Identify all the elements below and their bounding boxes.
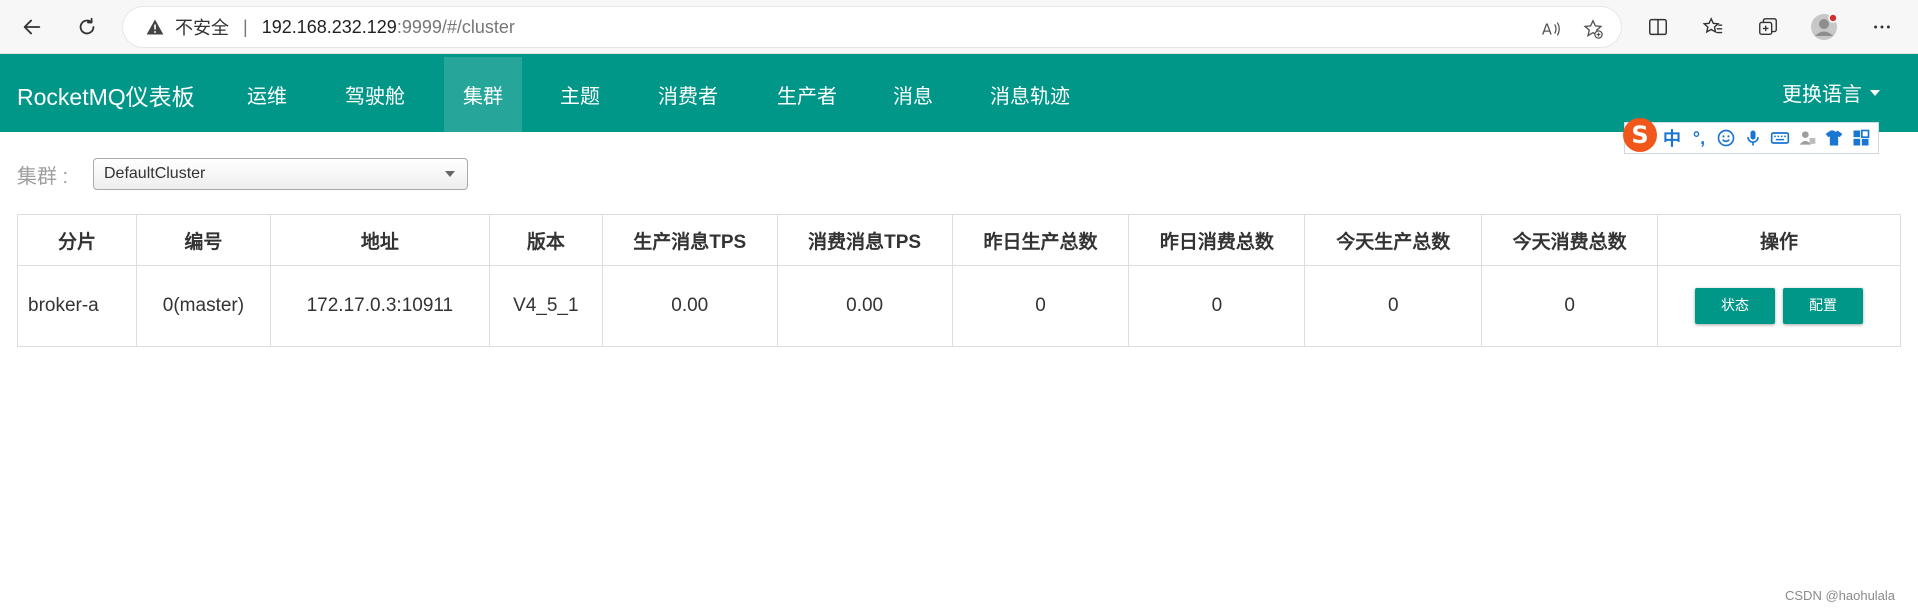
column-header: 生产消息TPS [601,214,778,266]
status-button[interactable]: 状态 [1695,288,1776,324]
svg-text:A: A [1542,22,1552,39]
cell-today-consume: 0 [1481,265,1659,347]
nav-item-consumer[interactable]: 消费者 [646,57,730,132]
favorites-button[interactable] [1695,9,1731,45]
back-button[interactable] [14,9,50,45]
url-separator: | [243,16,248,37]
collections-button[interactable] [1750,9,1786,45]
column-header: 编号 [135,214,271,266]
broker-table: 分片 编号 地址 版本 生产消息TPS 消费消息TPS 昨日生产总数 昨日消费总… [17,214,1901,347]
read-aloud-icon[interactable]: A [1539,17,1563,41]
refresh-icon [79,17,95,35]
collections-icon [1759,18,1777,36]
column-header: 昨日生产总数 [951,214,1130,266]
column-header: 分片 [17,214,137,266]
table-row: broker-a 0(master) 172.17.0.3:10911 V4_5… [17,265,1901,347]
cell-yesterday-produce: 0 [951,265,1130,347]
cell-consume-tps: 0.00 [776,265,953,347]
nav-item-producer[interactable]: 生产者 [765,57,849,132]
more-dots-icon [1874,25,1890,29]
ime-logo-icon[interactable]: S [1623,118,1657,152]
cell-broker-id: 0(master) [135,265,271,347]
toolbox-grid-icon[interactable] [1849,126,1873,150]
language-label: 更换语言 [1782,84,1862,106]
column-header: 操作 [1657,214,1901,266]
emoji-icon[interactable] [1714,126,1738,150]
cluster-select-value: DefaultCluster [104,165,206,182]
column-header: 昨日消费总数 [1128,214,1306,266]
profile-button[interactable] [1806,9,1842,45]
nav-item-dashboard[interactable]: 驾驶舱 [335,57,415,132]
column-header: 今天生产总数 [1304,214,1483,266]
address-bar[interactable]: 不安全 | 192.168.232.129:9999/#/cluster A [122,6,1622,48]
keyboard-icon[interactable] [1768,126,1792,150]
nav-item-ops[interactable]: 运维 [232,57,302,132]
table-header-row: 分片 编号 地址 版本 生产消息TPS 消费消息TPS 昨日生产总数 昨日消费总… [17,214,1901,266]
more-menu-button[interactable] [1864,9,1900,45]
column-header: 地址 [269,214,490,266]
dropdown-arrow-icon [445,171,455,177]
back-arrow-icon [23,19,41,35]
cell-broker-name: broker-a [17,265,137,347]
url-host: 192.168.232.129 [261,16,397,37]
app-brand[interactable]: RocketMQ仪表板 [17,78,195,112]
cell-yesterday-consume: 0 [1128,265,1306,347]
caret-down-icon [1870,89,1880,96]
cluster-label: 集群 : [17,166,69,188]
cell-produce-tps: 0.00 [601,265,778,347]
ime-toolbar: S 中 °, [1623,118,1879,154]
nav-item-cluster[interactable]: 集群 [444,57,522,132]
browser-toolbar: 不安全 | 192.168.232.129:9999/#/cluster A [0,0,1918,54]
column-header: 今天消费总数 [1481,214,1659,266]
add-favorite-icon[interactable] [1581,17,1605,41]
microphone-icon[interactable] [1741,126,1765,150]
cell-version: V4_5_1 [488,265,603,347]
split-screen-button[interactable] [1640,9,1676,45]
nav-item-message-trace[interactable]: 消息轨迹 [980,57,1080,132]
split-screen-icon [1649,18,1667,36]
column-header: 消费消息TPS [776,214,953,266]
ime-mode-indicator[interactable]: 中 [1660,126,1684,150]
column-header: 版本 [488,214,603,266]
cell-today-produce: 0 [1304,265,1483,347]
language-switcher[interactable]: 更换语言 [1782,78,1880,107]
watermark: CSDN @haohulala [1785,588,1896,603]
refresh-button[interactable] [69,9,105,45]
cell-actions: 状态 配置 [1657,265,1901,347]
user-skin-icon[interactable] [1795,126,1819,150]
url-path: :9999/#/cluster [396,16,515,37]
cluster-select[interactable]: DefaultCluster [93,158,468,190]
avatar-icon [1811,13,1838,40]
warning-icon[interactable] [145,17,165,37]
tshirt-icon[interactable] [1822,126,1846,150]
nav-item-topic[interactable]: 主题 [545,57,615,132]
cell-address: 172.17.0.3:10911 [269,265,490,347]
nav-item-message[interactable]: 消息 [878,57,948,132]
security-status[interactable]: 不安全 [175,14,229,40]
ime-punctuation-indicator[interactable]: °, [1687,126,1711,150]
config-button[interactable]: 配置 [1783,288,1864,324]
favorites-icon [1702,17,1723,34]
